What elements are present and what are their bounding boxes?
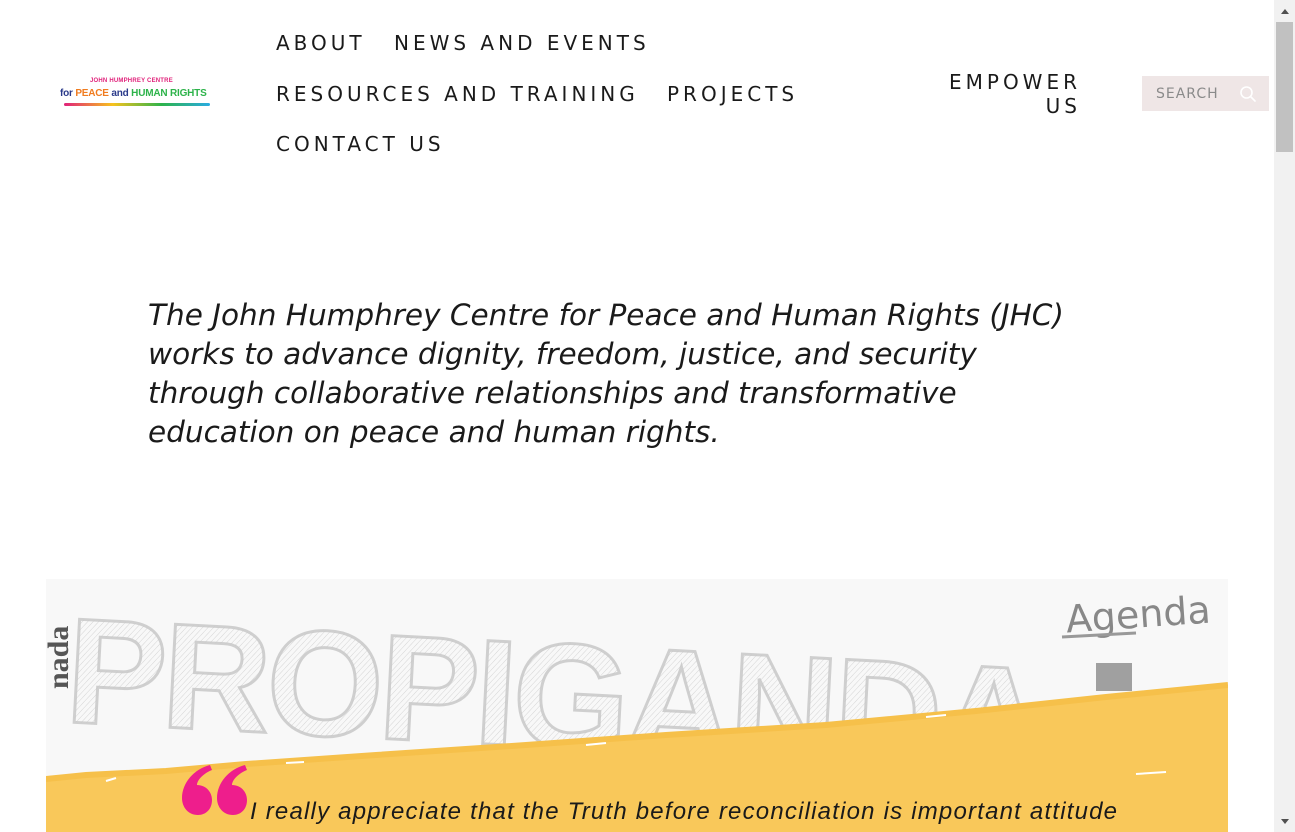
search-box[interactable] <box>1142 76 1269 111</box>
nav-resources-and-training[interactable]: RESOURCES AND TRAINING <box>276 82 639 106</box>
logo-human-rights: HUMAN RIGHTS <box>131 88 207 99</box>
logo-line-1: JOHN HUMPHREY CENTRE <box>90 78 173 84</box>
scroll-down-button[interactable] <box>1274 810 1295 832</box>
chevron-up-icon <box>1280 8 1289 14</box>
logo-peace: PEACE <box>75 88 109 99</box>
nav-projects[interactable]: PROJECTS <box>667 82 798 106</box>
mission-statement: The John Humphrey Centre for Peace and H… <box>148 298 1064 449</box>
search-input[interactable] <box>1156 85 1246 102</box>
testimonial-quote: I really appreciate that the Truth befor… <box>250 798 1119 825</box>
nav-contact-us[interactable]: CONTACT US <box>276 132 445 156</box>
chevron-down-icon <box>1280 818 1289 824</box>
site-logo[interactable]: JOHN HUMPHREY CENTRE for PEACE and HUMAN… <box>60 78 212 108</box>
nav-about[interactable]: ABOUT <box>276 31 366 55</box>
logo-underline <box>64 103 210 106</box>
nav-empower-us[interactable]: EMPOWER US <box>949 70 1081 118</box>
scroll-up-button[interactable] <box>1274 0 1295 22</box>
quote-mark-icon <box>182 765 247 815</box>
logo-and: and <box>111 88 129 99</box>
logo-for: for <box>60 88 73 99</box>
logo-line-2: for PEACE and HUMAN RIGHTS <box>60 88 207 99</box>
empower-line-1: EMPOWER <box>948 70 1081 94</box>
hero-banner: PROPIGANDA PROPIGANDA Agenda nada I real… <box>46 579 1228 832</box>
empower-line-2: US <box>1045 94 1081 118</box>
scrollbar-thumb[interactable] <box>1276 22 1293 152</box>
nav-news-and-events[interactable]: NEWS AND EVENTS <box>394 31 650 55</box>
search-icon[interactable] <box>1239 85 1257 103</box>
banner-side-text: nada <box>46 625 75 689</box>
